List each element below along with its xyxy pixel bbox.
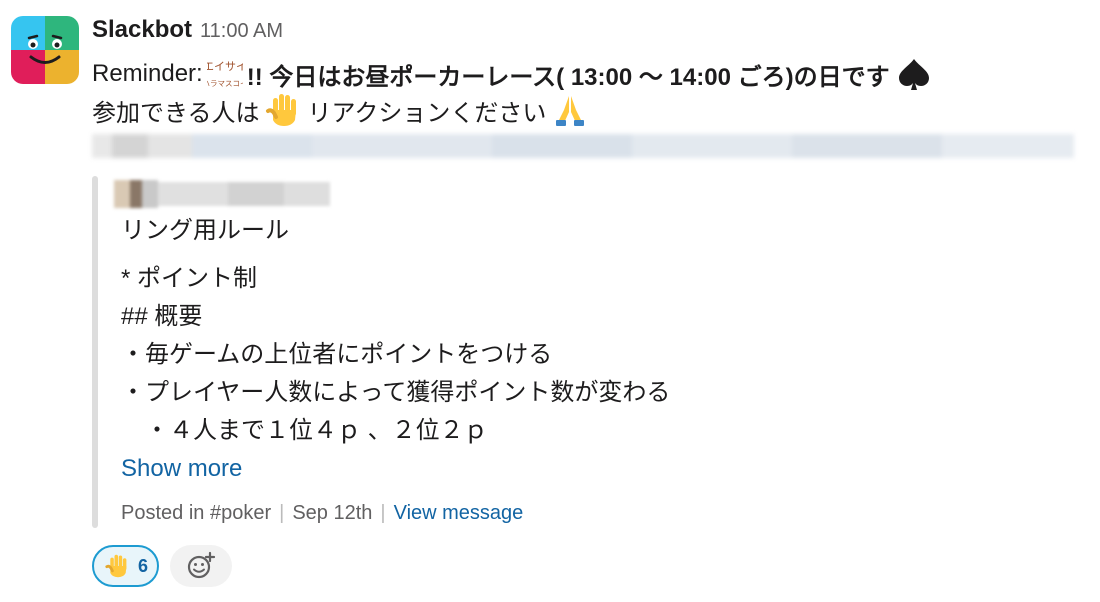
message-header: Slackbot 11:00 AM	[92, 16, 283, 52]
eisai-haramasukoi-emoji[interactable]: エイサイ ハラマスコイ	[207, 56, 243, 92]
custom-emoji-text-1: エイサイ	[207, 60, 243, 73]
reminder-prefix: Reminder:	[92, 60, 203, 87]
quote-line: ## 概要	[121, 303, 203, 330]
raised-hand-icon	[105, 554, 127, 578]
posted-date[interactable]: Sep 12th	[292, 502, 372, 525]
quote-line: ・毎ゲームの上位者にポイントをつける	[121, 341, 553, 368]
reminder-bold-text: !! 今日はお昼ポーカーレース( 13:00 〜 14:00 ごろ)の日です	[246, 63, 890, 91]
reaction-raised-hand[interactable]: 6	[92, 545, 159, 587]
participation-text: 参加できる人は	[92, 99, 260, 127]
quote-line: リング用ルール	[121, 217, 289, 244]
reaction-count: 6	[138, 555, 149, 576]
folded-hands-icon[interactable]	[550, 92, 590, 128]
posted-in-channel[interactable]: Posted in #poker	[121, 502, 271, 525]
message-line-1: Reminder: エイサイ ハラマスコイ !! 今日はお昼ポーカーレース( 1…	[92, 56, 938, 92]
redacted-text-block	[92, 134, 1074, 158]
quote-line: ・４人まで１位４ｐ 、２位２ｐ	[121, 417, 488, 444]
reaction-request-text: リアクションください	[307, 99, 547, 127]
quote-line: ・プレイヤー人数によって獲得ポイント数が変わる	[121, 379, 671, 406]
custom-emoji-text-2: ハラマスコイ	[207, 79, 243, 88]
add-emoji-icon	[187, 551, 216, 579]
footer-separator: |	[380, 501, 386, 524]
redacted-quote-author	[114, 180, 330, 208]
raised-hand-icon[interactable]	[264, 92, 304, 128]
quoted-message-body: リング用ルール * ポイント制 ## 概要 ・毎ゲームの上位者にポイントをつける…	[121, 212, 670, 450]
spade-icon[interactable]	[894, 56, 934, 92]
message-line-2: 参加できる人は リアクションください	[92, 92, 594, 128]
footer-separator: |	[279, 501, 285, 524]
show-more-link[interactable]: Show more	[121, 455, 242, 483]
quote-line: * ポイント制	[121, 265, 258, 292]
quote-footer: Posted in #poker | Sep 12th | View messa…	[121, 498, 523, 528]
slackbot-avatar[interactable]	[11, 16, 79, 84]
sender-name[interactable]: Slackbot	[92, 16, 192, 44]
quote-bar	[92, 176, 98, 528]
view-message-link[interactable]: View message	[394, 502, 524, 525]
add-reaction-button[interactable]	[170, 545, 232, 587]
message-timestamp[interactable]: 11:00 AM	[200, 20, 283, 43]
